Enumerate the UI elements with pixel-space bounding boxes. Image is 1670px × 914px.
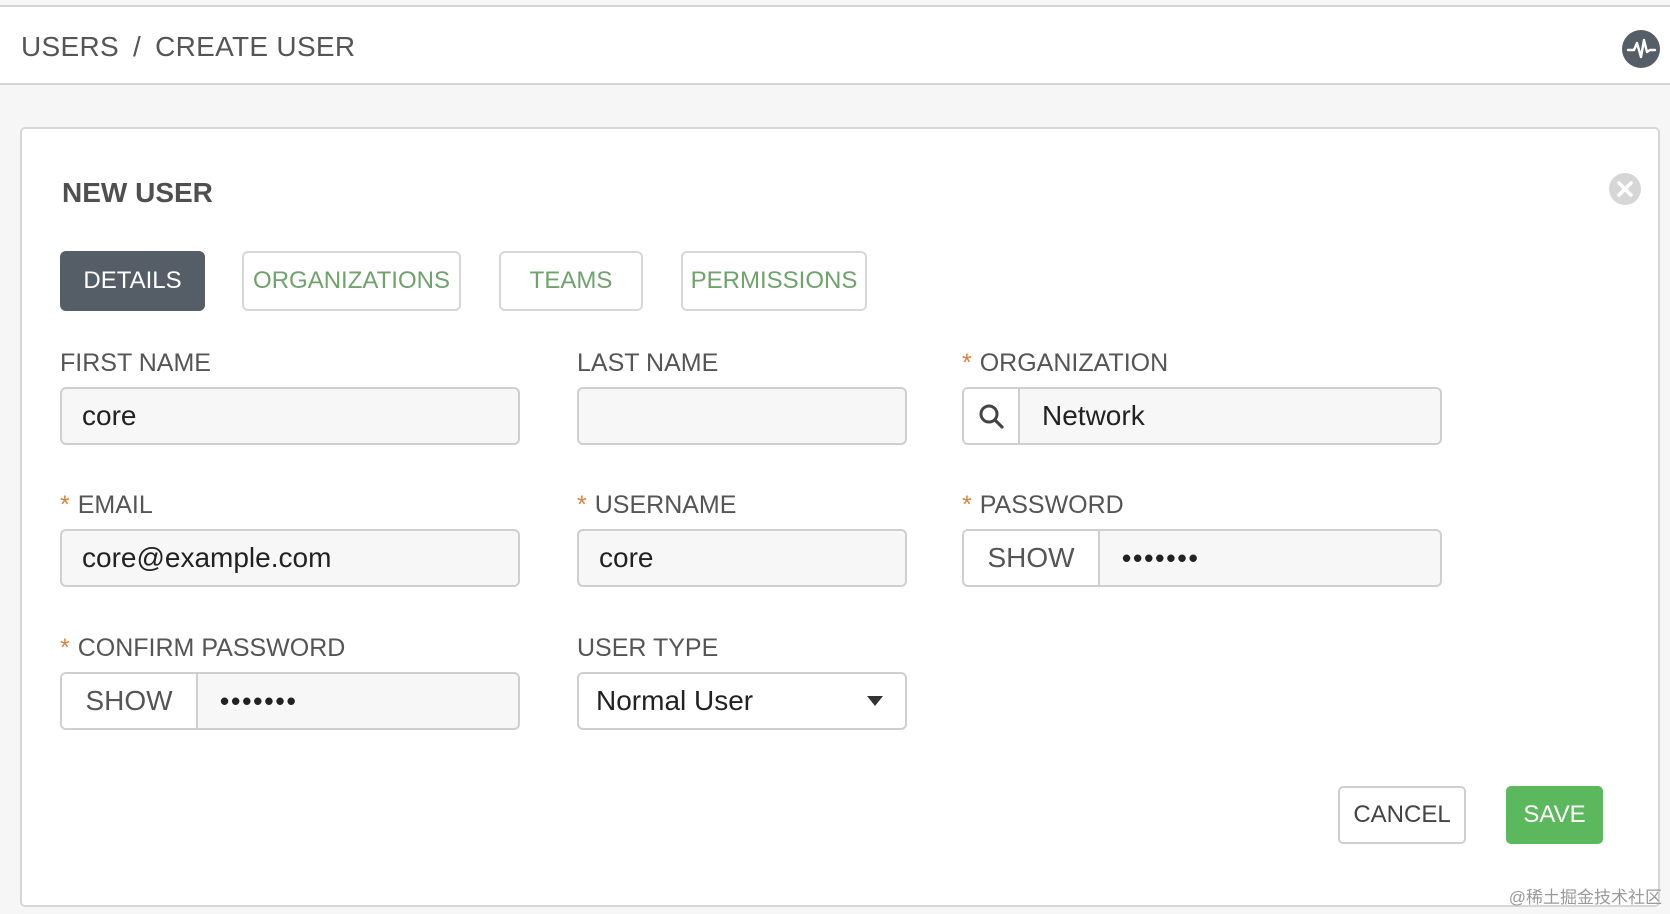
last-name-label: LAST NAME — [577, 349, 719, 377]
password-label: * PASSWORD — [962, 491, 1124, 520]
new-user-panel: NEW USER DETAILS ORGANIZATIONS TEAMS PER… — [20, 127, 1660, 907]
confirm-password-input[interactable]: SHOW ••••••• — [60, 672, 520, 730]
tab-details[interactable]: DETAILS — [60, 251, 205, 311]
save-button[interactable]: SAVE — [1506, 786, 1603, 844]
tab-teams[interactable]: TEAMS — [499, 251, 643, 311]
first-name-label: FIRST NAME — [60, 349, 211, 377]
confirm-password-show-button[interactable]: SHOW — [62, 674, 198, 728]
email-label-text: EMAIL — [77, 491, 153, 519]
required-marker: * — [577, 491, 587, 519]
top-bar: USERS / CREATE USER — [0, 5, 1670, 85]
cancel-button[interactable]: CANCEL — [1338, 786, 1466, 844]
username-label: * USERNAME — [577, 491, 736, 520]
username-label-text: USERNAME — [594, 491, 737, 519]
activity-icon[interactable] — [1622, 30, 1660, 68]
password-label-text: PASSWORD — [979, 491, 1124, 519]
confirm-password-label: * CONFIRM PASSWORD — [60, 634, 345, 663]
organization-lookup[interactable]: Network — [962, 387, 1442, 445]
chevron-down-icon — [867, 696, 883, 706]
email-input[interactable]: core@example.com — [60, 529, 520, 587]
breadcrumb: USERS / CREATE USER — [21, 31, 355, 63]
organization-value: Network — [1042, 400, 1145, 431]
breadcrumb-current: CREATE USER — [155, 31, 356, 62]
user-type-value: Normal User — [596, 685, 754, 716]
required-marker: * — [60, 634, 70, 662]
password-masked-value: ••••••• — [1122, 543, 1200, 573]
close-icon[interactable] — [1608, 172, 1642, 206]
username-value: core — [599, 542, 654, 573]
user-type-label: USER TYPE — [577, 634, 719, 662]
password-show-button[interactable]: SHOW — [964, 531, 1100, 585]
search-icon — [978, 404, 1004, 435]
tab-permissions[interactable]: PERMISSIONS — [681, 251, 867, 311]
organization-label-text: ORGANIZATION — [979, 349, 1169, 377]
username-input[interactable]: core — [577, 529, 907, 587]
confirm-password-label-text: CONFIRM PASSWORD — [77, 634, 346, 662]
organization-label: * ORGANIZATION — [962, 349, 1168, 378]
required-marker: * — [60, 491, 70, 519]
watermark: @稀土掘金技术社区 — [1508, 888, 1662, 907]
first-name-input[interactable]: core — [60, 387, 520, 445]
password-input[interactable]: SHOW ••••••• — [962, 529, 1442, 587]
email-value: core@example.com — [82, 542, 332, 573]
required-marker: * — [962, 349, 972, 377]
confirm-password-masked-value: ••••••• — [220, 686, 298, 716]
required-marker: * — [962, 491, 972, 519]
first-name-value: core — [82, 400, 137, 431]
breadcrumb-users-link[interactable]: USERS — [21, 31, 119, 62]
panel-title: NEW USER — [62, 177, 213, 208]
email-label: * EMAIL — [60, 491, 153, 520]
tab-organizations[interactable]: ORGANIZATIONS — [242, 251, 461, 311]
breadcrumb-separator: / — [132, 31, 142, 62]
last-name-input[interactable] — [577, 387, 907, 445]
organization-search-button[interactable] — [964, 389, 1020, 443]
user-type-select[interactable]: Normal User — [577, 672, 907, 730]
